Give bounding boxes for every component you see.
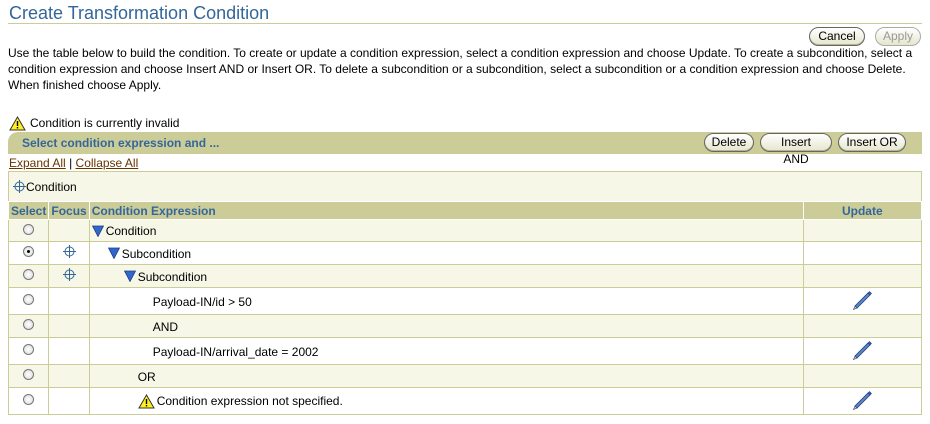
expand-collapse-links: Expand All | Collapse All — [9, 156, 138, 170]
table-row: Condition — [7, 219, 923, 242]
expression-text: Payload-IN/arrival_date = 2002 — [152, 344, 319, 359]
table-row: AND — [7, 314, 923, 338]
expression-cell: OR — [88, 364, 804, 388]
delete-button[interactable]: Delete — [704, 133, 754, 152]
focus-cell — [48, 241, 90, 265]
page-title: Create Transformation Condition — [9, 3, 270, 23]
expression-text: AND — [152, 319, 179, 334]
focus-cell — [48, 387, 90, 415]
focus-breadcrumb: Condition — [8, 171, 922, 201]
update-cell — [802, 287, 923, 315]
focus-cell — [48, 219, 90, 242]
expression-text: Payload-IN/id > 50 — [152, 294, 252, 309]
select-cell — [7, 264, 50, 288]
select-cell — [7, 219, 50, 242]
focus-column-header: Focus — [48, 201, 90, 220]
crosshair-icon[interactable] — [62, 268, 76, 281]
instructions-text: Use the table below to build the conditi… — [8, 46, 913, 92]
cancel-button[interactable]: Cancel — [809, 27, 865, 46]
warning-icon — [9, 115, 26, 130]
update-cell — [802, 219, 923, 242]
focus-cell — [48, 314, 90, 338]
link-separator: | — [69, 156, 73, 170]
update-cell — [802, 387, 923, 415]
update-cell — [802, 337, 923, 365]
select-cell — [7, 364, 50, 388]
select-radio[interactable] — [23, 319, 35, 330]
expression-text: Subcondition — [137, 269, 208, 284]
expression-text: Condition — [105, 223, 157, 238]
update-column-header: Update — [802, 201, 923, 220]
expression-text: Condition expression not specified. — [156, 394, 343, 409]
crosshair-icon[interactable] — [62, 245, 76, 258]
table-row: Payload-IN/id > 50 — [7, 287, 923, 315]
insert-or-button[interactable]: Insert OR — [838, 133, 906, 152]
select-radio[interactable] — [23, 369, 35, 380]
pencil-icon[interactable] — [851, 389, 873, 411]
select-cell — [7, 241, 50, 265]
crosshair-icon[interactable] — [13, 180, 26, 193]
select-radio[interactable] — [23, 344, 35, 355]
select-column-header: Select — [7, 201, 50, 220]
expression-cell: Subcondition — [88, 264, 804, 288]
select-cell — [7, 314, 50, 338]
pencil-icon[interactable] — [851, 289, 873, 311]
triangle-down-icon[interactable] — [107, 247, 120, 260]
focus-cell — [48, 287, 90, 315]
pencil-icon[interactable] — [851, 339, 873, 361]
table-row: Subcondition — [7, 264, 923, 288]
focus-label: Condition — [26, 179, 77, 194]
expand-all-link[interactable]: Expand All — [9, 156, 66, 170]
status-text: Condition is currently invalid — [30, 116, 180, 130]
select-radio[interactable] — [23, 269, 35, 280]
expression-text: OR — [137, 369, 156, 384]
expression-cell: AND — [88, 314, 804, 338]
expression-column-header: Condition Expression — [88, 201, 804, 220]
expression-cell: Condition expression not specified. — [88, 387, 804, 415]
expression-cell: Payload-IN/arrival_date = 2002 — [88, 337, 804, 365]
triangle-down-icon[interactable] — [123, 270, 136, 283]
title-divider — [8, 23, 922, 24]
update-cell — [802, 364, 923, 388]
expression-cell: Condition — [88, 219, 804, 242]
focus-cell — [48, 364, 90, 388]
table-row: Condition expression not specified. — [7, 387, 923, 415]
focus-cell — [48, 264, 90, 288]
status-message: Condition is currently invalid — [9, 114, 179, 132]
expression-cell: Subcondition — [88, 241, 804, 265]
expression-text: Subcondition — [121, 246, 192, 261]
table-row: Subcondition — [7, 241, 923, 265]
triangle-down-icon[interactable] — [91, 225, 104, 237]
header-bar-label: Select condition expression and ... — [22, 136, 220, 150]
select-radio[interactable] — [23, 294, 35, 305]
select-cell — [7, 337, 50, 365]
select-cell — [7, 287, 50, 315]
update-cell — [802, 241, 923, 265]
table-row: OR — [7, 364, 923, 388]
insert-and-button[interactable]: Insert AND — [760, 133, 832, 166]
update-cell — [802, 264, 923, 288]
select-cell — [7, 387, 50, 415]
expression-cell: Payload-IN/id > 50 — [88, 287, 804, 315]
select-radio[interactable] — [23, 394, 35, 405]
warning-icon — [137, 393, 155, 409]
condition-table: Select Focus Condition Expression Update… — [7, 201, 923, 415]
focus-cell — [48, 337, 90, 365]
table-row: Payload-IN/arrival_date = 2002 — [7, 337, 923, 365]
update-cell — [802, 314, 923, 338]
select-radio[interactable] — [23, 246, 35, 257]
collapse-all-link[interactable]: Collapse All — [76, 156, 139, 170]
select-radio[interactable] — [23, 223, 35, 235]
apply-button[interactable]: Apply — [875, 27, 921, 46]
